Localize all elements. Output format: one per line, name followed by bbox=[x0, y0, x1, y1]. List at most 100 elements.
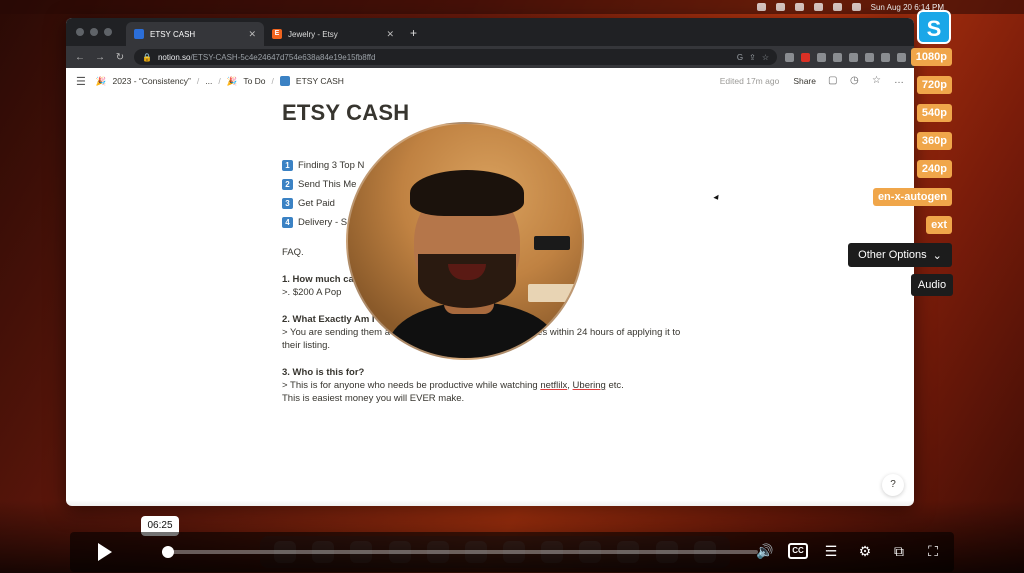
sidebar-icon[interactable] bbox=[865, 52, 874, 62]
video-controls: 🔊 CC ☰ ⚙ ⧉ ⛶ bbox=[70, 532, 954, 572]
quality-540p-button[interactable]: 540p bbox=[916, 104, 952, 122]
tab-strip: ETSY CASH ✕ E Jewelry - Etsy ✕ + bbox=[66, 18, 914, 46]
quality-720p-button[interactable]: 720p bbox=[916, 76, 952, 94]
control-center-icon[interactable] bbox=[851, 3, 861, 11]
right-controls: 🔊 CC ☰ ⚙ ⧉ ⛶ bbox=[754, 540, 944, 562]
wifi-icon[interactable] bbox=[813, 3, 823, 11]
step-text: Finding 3 Top N bbox=[298, 160, 365, 171]
lock-icon: 🔒 bbox=[142, 52, 152, 62]
extension-icon[interactable] bbox=[785, 52, 794, 62]
favorite-star-icon[interactable]: ☆ bbox=[872, 76, 882, 86]
share-button[interactable]: Share bbox=[793, 76, 816, 86]
breadcrumb-separator: / bbox=[218, 76, 221, 86]
search-icon[interactable] bbox=[832, 3, 842, 11]
url-field[interactable]: 🔒 notion.so/ETSY-CASH-5c4e24647d754e638a… bbox=[134, 49, 777, 65]
minimize-window-icon[interactable] bbox=[90, 28, 98, 36]
window-controls bbox=[76, 28, 112, 36]
download-icon[interactable] bbox=[849, 52, 858, 62]
quality-1080p-button[interactable]: 1080p bbox=[910, 48, 952, 66]
profile-avatar[interactable] bbox=[881, 52, 890, 62]
number-badge: 4 bbox=[282, 217, 293, 228]
breadcrumb-separator: / bbox=[271, 76, 274, 86]
mac-menubar: Sun Aug 20 6:14 PM bbox=[0, 0, 1024, 14]
tab-jewelry-etsy[interactable]: E Jewelry - Etsy ✕ bbox=[264, 22, 402, 46]
subtitle-autogen-button[interactable]: en-x-autogen bbox=[872, 188, 952, 206]
answer-text: etc. bbox=[605, 380, 624, 391]
ext-button[interactable]: ext bbox=[926, 216, 952, 234]
faq-answer[interactable]: > This is for anyone who needs be produc… bbox=[282, 379, 722, 392]
edited-status: Edited 17m ago bbox=[719, 76, 780, 86]
other-options-button[interactable]: Other Options ⌄ bbox=[848, 243, 952, 267]
answer-text: > This is for anyone who needs be produc… bbox=[282, 380, 541, 391]
breadcrumb-item[interactable]: 2023 - “Consistency” bbox=[112, 76, 190, 86]
fullscreen-icon[interactable]: ⛶ bbox=[922, 540, 944, 562]
faq-question[interactable]: 3. Who is this for? bbox=[282, 366, 722, 379]
extension-icons bbox=[785, 52, 906, 62]
menubar-icon[interactable] bbox=[775, 3, 785, 11]
quality-360p-button[interactable]: 360p bbox=[916, 132, 952, 150]
brand-logo-icon[interactable]: S bbox=[917, 10, 951, 44]
menubar-icon[interactable] bbox=[756, 3, 766, 11]
etsy-favicon-icon: E bbox=[272, 29, 282, 39]
quality-240p-button[interactable]: 240p bbox=[916, 160, 952, 178]
help-button[interactable]: ? bbox=[882, 474, 904, 496]
spellcheck-word: netflilx bbox=[540, 380, 568, 391]
puzzle-icon[interactable] bbox=[833, 52, 842, 62]
breadcrumb-item[interactable]: ETSY CASH bbox=[296, 76, 344, 86]
breadcrumb-item[interactable]: To Do bbox=[243, 76, 265, 86]
breadcrumb-separator: / bbox=[196, 76, 200, 86]
wall-sign bbox=[534, 236, 570, 250]
address-bar-row: ← → ↻ 🔒 notion.so/ETSY-CASH-5c4e24647d75… bbox=[66, 46, 914, 68]
forward-icon[interactable]: → bbox=[94, 52, 106, 63]
battery-icon[interactable] bbox=[794, 3, 804, 11]
extension-icon[interactable] bbox=[817, 52, 826, 62]
maximize-window-icon[interactable] bbox=[104, 28, 112, 36]
number-badge: 1 bbox=[282, 160, 293, 171]
close-window-icon[interactable] bbox=[76, 28, 84, 36]
progress-thumb[interactable] bbox=[161, 546, 174, 558]
back-icon[interactable]: ← bbox=[74, 52, 86, 63]
step-text: Get Paid bbox=[298, 198, 335, 209]
notion-favicon-icon bbox=[134, 29, 144, 39]
sidebar-menu-icon[interactable]: ☰ bbox=[76, 75, 86, 88]
step-text: Send This Me bbox=[298, 179, 357, 190]
notion-topbar: ☰ 🎉 2023 - “Consistency” / ... / 🎉 To Do… bbox=[66, 68, 914, 94]
comment-icon[interactable]: ▢ bbox=[828, 76, 838, 86]
close-tab-icon[interactable]: ✕ bbox=[386, 29, 394, 40]
number-badge: 3 bbox=[282, 198, 293, 209]
new-tab-button[interactable]: + bbox=[402, 22, 425, 46]
history-icon[interactable]: ◷ bbox=[850, 76, 860, 86]
audio-button[interactable]: Audio bbox=[911, 274, 953, 296]
number-badge: 2 bbox=[282, 179, 293, 190]
party-icon: 🎉 bbox=[226, 75, 238, 86]
faq-answer[interactable]: This is easiest money you will EVER make… bbox=[282, 392, 722, 405]
more-menu-icon[interactable] bbox=[897, 52, 906, 62]
step-text: Delivery - S bbox=[298, 217, 348, 228]
play-icon[interactable] bbox=[98, 543, 112, 561]
party-icon: 🎉 bbox=[95, 75, 107, 86]
webcam-overlay bbox=[346, 122, 584, 360]
share-page-icon[interactable]: ⇪ bbox=[749, 53, 756, 62]
wall-frame bbox=[528, 284, 578, 302]
chevron-down-icon: ⌄ bbox=[932, 249, 942, 262]
reload-icon[interactable]: ↻ bbox=[114, 52, 126, 63]
more-options-icon[interactable]: … bbox=[894, 76, 904, 86]
other-options-label: Other Options bbox=[858, 249, 927, 261]
page-title[interactable]: ETSY CASH bbox=[282, 100, 722, 126]
extension-icon[interactable] bbox=[801, 52, 810, 62]
settings-gear-icon[interactable]: ⚙ bbox=[854, 540, 876, 562]
transcript-icon[interactable]: ☰ bbox=[820, 540, 842, 562]
person-beard bbox=[418, 254, 516, 308]
miniplayer-icon[interactable]: ⧉ bbox=[888, 540, 910, 562]
captions-icon[interactable]: CC bbox=[788, 543, 808, 559]
page-icon bbox=[279, 76, 290, 86]
person-hair bbox=[410, 170, 524, 216]
bookmark-star-icon[interactable]: ☆ bbox=[762, 53, 769, 62]
breadcrumb-item[interactable]: ... bbox=[205, 76, 212, 86]
progress-bar[interactable] bbox=[162, 550, 758, 554]
volume-icon[interactable]: 🔊 bbox=[754, 540, 776, 562]
tab-etsy-cash[interactable]: ETSY CASH ✕ bbox=[126, 22, 264, 46]
google-icon[interactable]: G bbox=[737, 53, 743, 62]
close-tab-icon[interactable]: ✕ bbox=[248, 29, 256, 40]
tab-label: ETSY CASH bbox=[150, 29, 196, 39]
